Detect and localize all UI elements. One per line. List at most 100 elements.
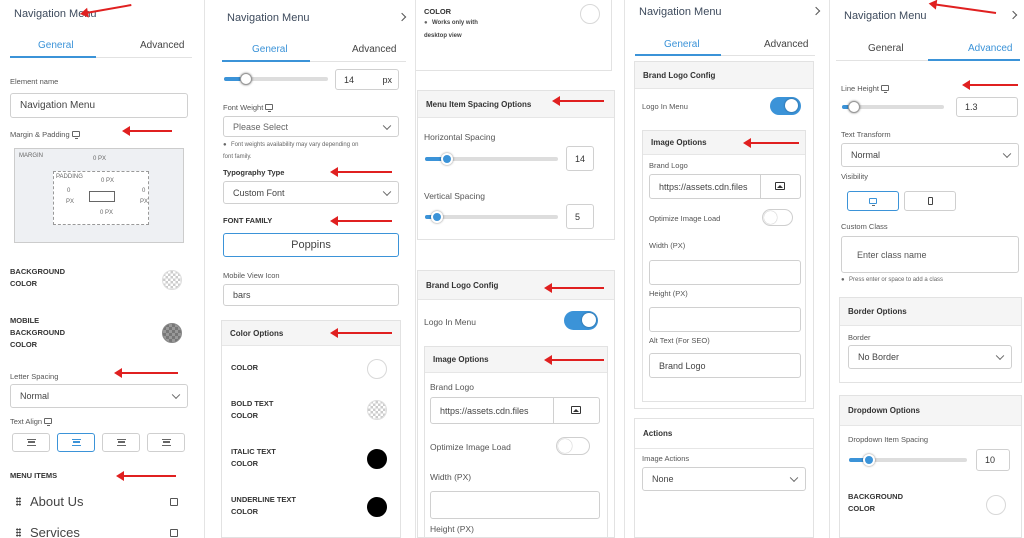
letter-spacing-select[interactable]: Normal [10, 384, 188, 408]
dropdown-spacing-slider[interactable] [849, 454, 967, 466]
margin-padding-label: Margin & Padding [10, 130, 80, 139]
image-actions-label: Image Actions [642, 454, 690, 463]
padding-right-value[interactable]: 0 [142, 188, 145, 194]
line-height-label: Line Height [841, 84, 890, 93]
line-height-slider[interactable] [842, 101, 944, 113]
align-justify-icon [161, 439, 171, 446]
visibility-mobile-button[interactable] [904, 191, 956, 211]
align-left-button[interactable] [12, 433, 50, 452]
align-justify-button[interactable] [147, 433, 185, 452]
padding-left-value[interactable]: 0 [67, 188, 70, 194]
desktop-icon [869, 198, 877, 206]
spacing-options-header[interactable]: Menu Item Spacing Options [418, 91, 614, 118]
edit-icon[interactable] [170, 529, 178, 537]
font-size-slider[interactable] [224, 73, 328, 85]
logo-in-menu-toggle[interactable] [770, 97, 801, 115]
dropdown-spacing-field[interactable]: 10 [976, 449, 1010, 471]
color-swatch[interactable] [367, 359, 387, 379]
panel-title: Navigation Menu [639, 6, 722, 18]
align-center-button[interactable] [57, 433, 95, 452]
underline-text-color-swatch[interactable] [367, 497, 387, 517]
optimize-image-label: Optimize Image Load [649, 214, 721, 223]
width-field[interactable] [430, 491, 600, 519]
background-color-label: BACKGROUND COLOR [10, 267, 65, 288]
alt-text-field[interactable]: Brand Logo [649, 353, 801, 378]
margin-top-value[interactable]: 0 PX [93, 156, 106, 162]
tab-general[interactable]: General [252, 44, 288, 55]
margin-label: MARGIN [19, 153, 43, 159]
logo-in-menu-toggle[interactable] [564, 311, 598, 330]
image-actions-select[interactable]: None [642, 467, 806, 491]
desktop-icon [265, 104, 274, 112]
tab-general[interactable]: General [868, 43, 904, 54]
content-box [89, 191, 115, 202]
panel-title: Navigation Menu [227, 12, 310, 24]
tab-advanced[interactable]: Advanced [352, 44, 396, 55]
align-right-button[interactable] [102, 433, 140, 452]
brand-logo-config-header[interactable]: Brand Logo Config [418, 271, 614, 300]
chevron-right-icon[interactable] [1008, 10, 1018, 20]
mobile-view-icon-field[interactable]: bars [223, 284, 399, 306]
text-transform-select[interactable]: Normal [841, 143, 1019, 167]
actions-header[interactable]: Actions [635, 419, 813, 449]
drag-handle-icon[interactable] [16, 497, 21, 506]
color-label: COLOR [231, 363, 259, 372]
info-icon: ● [223, 142, 227, 148]
line-height-field[interactable]: 1.3 [956, 97, 1018, 117]
works-only-note: Works only with [432, 20, 478, 26]
box-model: MARGIN 0 PX PADDING 0 PX 0 PX 0 PX 0 PX [14, 148, 184, 243]
panel-separator [204, 0, 205, 538]
panel-general-1: Navigation Menu General Advanced Element… [0, 0, 196, 538]
tab-advanced[interactable]: Advanced [140, 40, 184, 51]
chevron-down-icon [382, 121, 392, 130]
vertical-spacing-slider[interactable] [425, 211, 558, 223]
padding-top-value[interactable]: 0 PX [101, 178, 114, 184]
annotation-arrow [330, 216, 392, 226]
brand-logo-config-header[interactable]: Brand Logo Config [635, 62, 813, 89]
edit-icon[interactable] [170, 498, 178, 506]
chevron-right-icon[interactable] [811, 6, 821, 16]
tab-general[interactable]: General [664, 39, 700, 50]
tab-advanced[interactable]: Advanced [968, 43, 1012, 54]
horizontal-spacing-slider[interactable] [425, 153, 558, 165]
tab-advanced[interactable]: Advanced [764, 39, 808, 50]
menu-item-services[interactable]: Services [30, 525, 80, 538]
typography-type-select[interactable]: Custom Font [223, 181, 399, 204]
bold-text-color-swatch[interactable] [367, 400, 387, 420]
optimize-image-toggle[interactable] [556, 437, 590, 455]
height-field[interactable] [649, 307, 801, 332]
element-name-field[interactable]: Navigation Menu [10, 93, 188, 118]
vertical-spacing-label: Vertical Spacing [424, 191, 485, 201]
italic-text-color-swatch[interactable] [367, 449, 387, 469]
padding-left-unit: PX [66, 199, 75, 205]
image-icon[interactable] [775, 182, 785, 190]
horizontal-spacing-field[interactable]: 14 [566, 146, 594, 171]
height-label: Height (PX) [649, 289, 688, 298]
width-field[interactable] [649, 260, 801, 285]
dropdown-bg-color-swatch[interactable] [986, 495, 1006, 515]
dropdown-options-header[interactable]: Dropdown Options [840, 396, 1021, 426]
image-icon[interactable] [571, 406, 581, 414]
font-family-field[interactable]: Poppins [223, 233, 399, 257]
color-swatch[interactable] [580, 4, 600, 24]
border-select[interactable]: No Border [848, 345, 1012, 369]
border-options-header[interactable]: Border Options [840, 298, 1021, 326]
custom-class-field[interactable]: Enter class name [841, 236, 1019, 273]
typography-type-label: Typography Type [223, 168, 285, 177]
panel-general-3: COLOR ● Works only with desktop view Men… [416, 0, 616, 538]
tab-active-indicator [635, 54, 721, 56]
mobile-background-swatch[interactable] [162, 323, 182, 343]
optimize-image-toggle[interactable] [762, 209, 793, 226]
tab-general[interactable]: General [38, 40, 74, 51]
font-weight-select[interactable]: Please Select [223, 116, 399, 137]
padding-bottom-value[interactable]: 0 PX [100, 210, 113, 216]
brand-logo-label: Brand Logo [649, 161, 688, 170]
background-color-swatch[interactable] [162, 270, 182, 290]
visibility-desktop-button[interactable] [847, 191, 899, 211]
font-size-field[interactable]: 14 px [335, 69, 399, 90]
text-transform-label: Text Transform [841, 130, 891, 139]
menu-item-about-us[interactable]: About Us [30, 494, 83, 509]
drag-handle-icon[interactable] [16, 528, 21, 537]
vertical-spacing-field[interactable]: 5 [566, 204, 594, 229]
chevron-right-icon[interactable] [397, 12, 407, 22]
